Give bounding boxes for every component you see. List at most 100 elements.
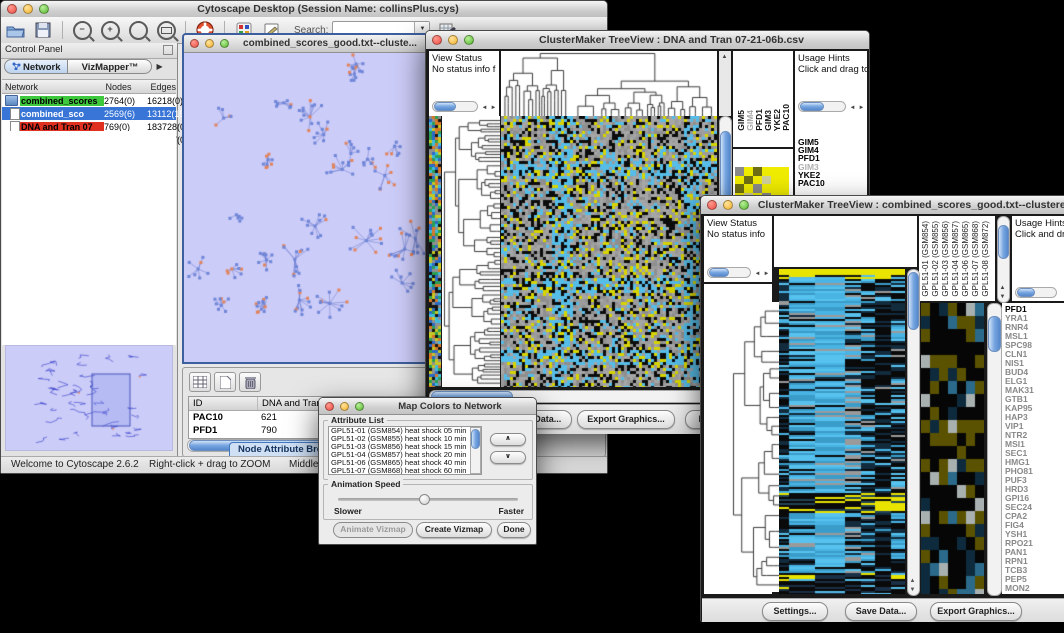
scroll-right-icon[interactable]: ► — [762, 270, 771, 278]
row-dendrogram-panel[interactable] — [731, 302, 779, 592]
row-dendrogram-panel[interactable] — [442, 116, 500, 387]
global-heatmap-canvas[interactable] — [779, 269, 905, 594]
delete-attribute-icon[interactable] — [239, 372, 261, 392]
done-button[interactable]: Done — [497, 522, 531, 538]
matrix-cell[interactable] — [762, 176, 771, 185]
gene-label[interactable]: MON2 — [1002, 584, 1064, 593]
labels-vscrollbar[interactable]: ▲ ▼ — [997, 216, 1010, 303]
scroll-left-icon[interactable]: ◄ — [848, 104, 857, 112]
settings-button[interactable]: Settings... — [762, 602, 828, 621]
overview-canvas[interactable] — [6, 346, 170, 448]
network-overview-panel[interactable] — [5, 345, 173, 451]
global-strip-canvas[interactable] — [429, 116, 441, 387]
matrix-cell[interactable] — [753, 167, 762, 176]
save-data-button[interactable]: Save Data... — [845, 602, 917, 621]
minimize-button[interactable] — [340, 402, 349, 411]
matrix-cell[interactable] — [762, 184, 771, 193]
new-attribute-icon[interactable] — [214, 372, 236, 392]
scroll-right-icon[interactable]: ► — [489, 104, 498, 112]
matrix-cell[interactable] — [762, 167, 771, 176]
close-button[interactable] — [325, 402, 334, 411]
scroll-left-icon[interactable]: ◄ — [480, 104, 489, 112]
global-pixel-strip[interactable] — [429, 116, 441, 387]
close-button[interactable] — [7, 4, 17, 14]
attribute-table-icon[interactable] — [189, 372, 211, 392]
dialog-title-bar[interactable]: Map Colors to Network — [319, 398, 536, 415]
gene-label[interactable]: PAC10 — [795, 179, 867, 187]
tab-vizmapper[interactable]: VizMapper™ — [68, 59, 152, 74]
column-dendrogram-canvas[interactable] — [501, 51, 717, 116]
attribute-list-vscrollbar[interactable] — [470, 427, 481, 474]
float-panel-icon[interactable] — [163, 45, 173, 55]
close-button[interactable] — [190, 39, 199, 48]
zoom-heatmap-canvas[interactable] — [921, 303, 984, 594]
close-button[interactable] — [432, 35, 442, 45]
matrix-cell[interactable] — [744, 167, 753, 176]
column-dendrogram-panel[interactable] — [774, 216, 917, 267]
treeview1-title-bar[interactable]: ClusterMaker TreeView : DNA and Tran 07-… — [426, 31, 869, 50]
tab-network[interactable]: Network — [4, 59, 68, 74]
matrix-cell[interactable] — [780, 184, 789, 193]
scroll-up-icon[interactable]: ▲ — [720, 53, 729, 61]
zoom-button[interactable] — [464, 35, 474, 45]
scroll-right-icon[interactable]: ► — [857, 104, 866, 112]
attribute-list[interactable]: GPL51-01 (GSM854) heat shock 05 minGPL51… — [328, 426, 482, 475]
column-dendrogram-panel[interactable] — [501, 51, 717, 116]
usage-hints-hscrollbar[interactable] — [1015, 287, 1057, 298]
minimize-button[interactable] — [448, 35, 458, 45]
matrix-cell[interactable] — [780, 176, 789, 185]
tab-overflow-icon[interactable]: ▶ — [156, 62, 162, 76]
matrix-cell[interactable] — [735, 176, 744, 185]
network-table-row[interactable]: combined_scores2764(0)16218(0) — [2, 94, 176, 107]
network-canvas[interactable] — [184, 53, 427, 359]
matrix-cell[interactable] — [735, 184, 744, 193]
zoom-in-icon[interactable]: + — [99, 20, 121, 40]
scroll-up-icon[interactable]: ▲ — [998, 284, 1007, 292]
usage-hints-hscrollbar[interactable] — [798, 101, 846, 112]
scroll-down-icon[interactable]: ▼ — [908, 586, 917, 594]
scroll-down-icon[interactable]: ▼ — [998, 293, 1007, 301]
matrix-cell[interactable] — [771, 184, 780, 193]
minimize-button[interactable] — [205, 39, 214, 48]
matrix-cell[interactable] — [771, 176, 780, 185]
network-table-row[interactable]: combined_sco2569(6)13112(15) — [2, 107, 176, 120]
zoom-fit-icon[interactable] — [155, 20, 177, 40]
create-vizmap-button[interactable]: Create Vizmap — [416, 522, 492, 538]
matrix-cell[interactable] — [753, 184, 762, 193]
export-graphics-button[interactable]: Export Graphics... — [930, 602, 1022, 621]
network-view-frame[interactable]: combined_scores_good.txt--cluste... — [182, 33, 433, 364]
heatmap-canvas[interactable] — [501, 116, 717, 387]
gene-list-vscrollbar[interactable] — [987, 303, 1002, 596]
network-frame-title-bar[interactable]: combined_scores_good.txt--cluste... — [184, 35, 431, 53]
zoom-button[interactable] — [39, 4, 49, 14]
list-item[interactable]: GPL51-07 (GSM868) heat shock 60 min — [329, 467, 481, 475]
zoom-out-icon[interactable]: − — [71, 20, 93, 40]
scroll-up-icon[interactable]: ▲ — [908, 577, 917, 585]
speed-slider-thumb[interactable] — [419, 494, 430, 505]
scroll-thumb[interactable] — [988, 316, 1001, 352]
matrix-cell[interactable] — [753, 176, 762, 185]
zoom-button[interactable] — [220, 39, 229, 48]
zoom-heatmap-panel[interactable] — [921, 303, 984, 594]
matrix-cell[interactable] — [780, 167, 789, 176]
global-vscrollbar[interactable]: ▲ ▼ — [907, 269, 920, 596]
scroll-left-icon[interactable]: ◄ — [753, 270, 762, 278]
view-status-hscrollbar[interactable] — [432, 101, 478, 112]
save-session-button[interactable] — [32, 20, 54, 40]
row-dendrogram-canvas[interactable] — [731, 302, 779, 592]
row-dendrogram-canvas[interactable] — [442, 116, 500, 387]
export-graphics-button[interactable]: Export Graphics... — [577, 410, 675, 429]
matrix-cell[interactable] — [744, 176, 753, 185]
scroll-thumb[interactable] — [998, 225, 1009, 259]
move-down-button[interactable]: ∨ — [490, 451, 526, 464]
zoom-button[interactable] — [739, 200, 749, 210]
matrix-cell[interactable] — [735, 167, 744, 176]
open-session-button[interactable] — [4, 20, 26, 40]
heatmap-panel[interactable] — [501, 116, 717, 387]
minimize-button[interactable] — [723, 200, 733, 210]
close-button[interactable] — [707, 200, 717, 210]
network-table-header[interactable]: Network Nodes Edges — [2, 79, 176, 94]
scroll-thumb[interactable] — [471, 429, 480, 449]
move-up-button[interactable]: ∧ — [490, 433, 526, 446]
matrix-cell[interactable] — [744, 184, 753, 193]
